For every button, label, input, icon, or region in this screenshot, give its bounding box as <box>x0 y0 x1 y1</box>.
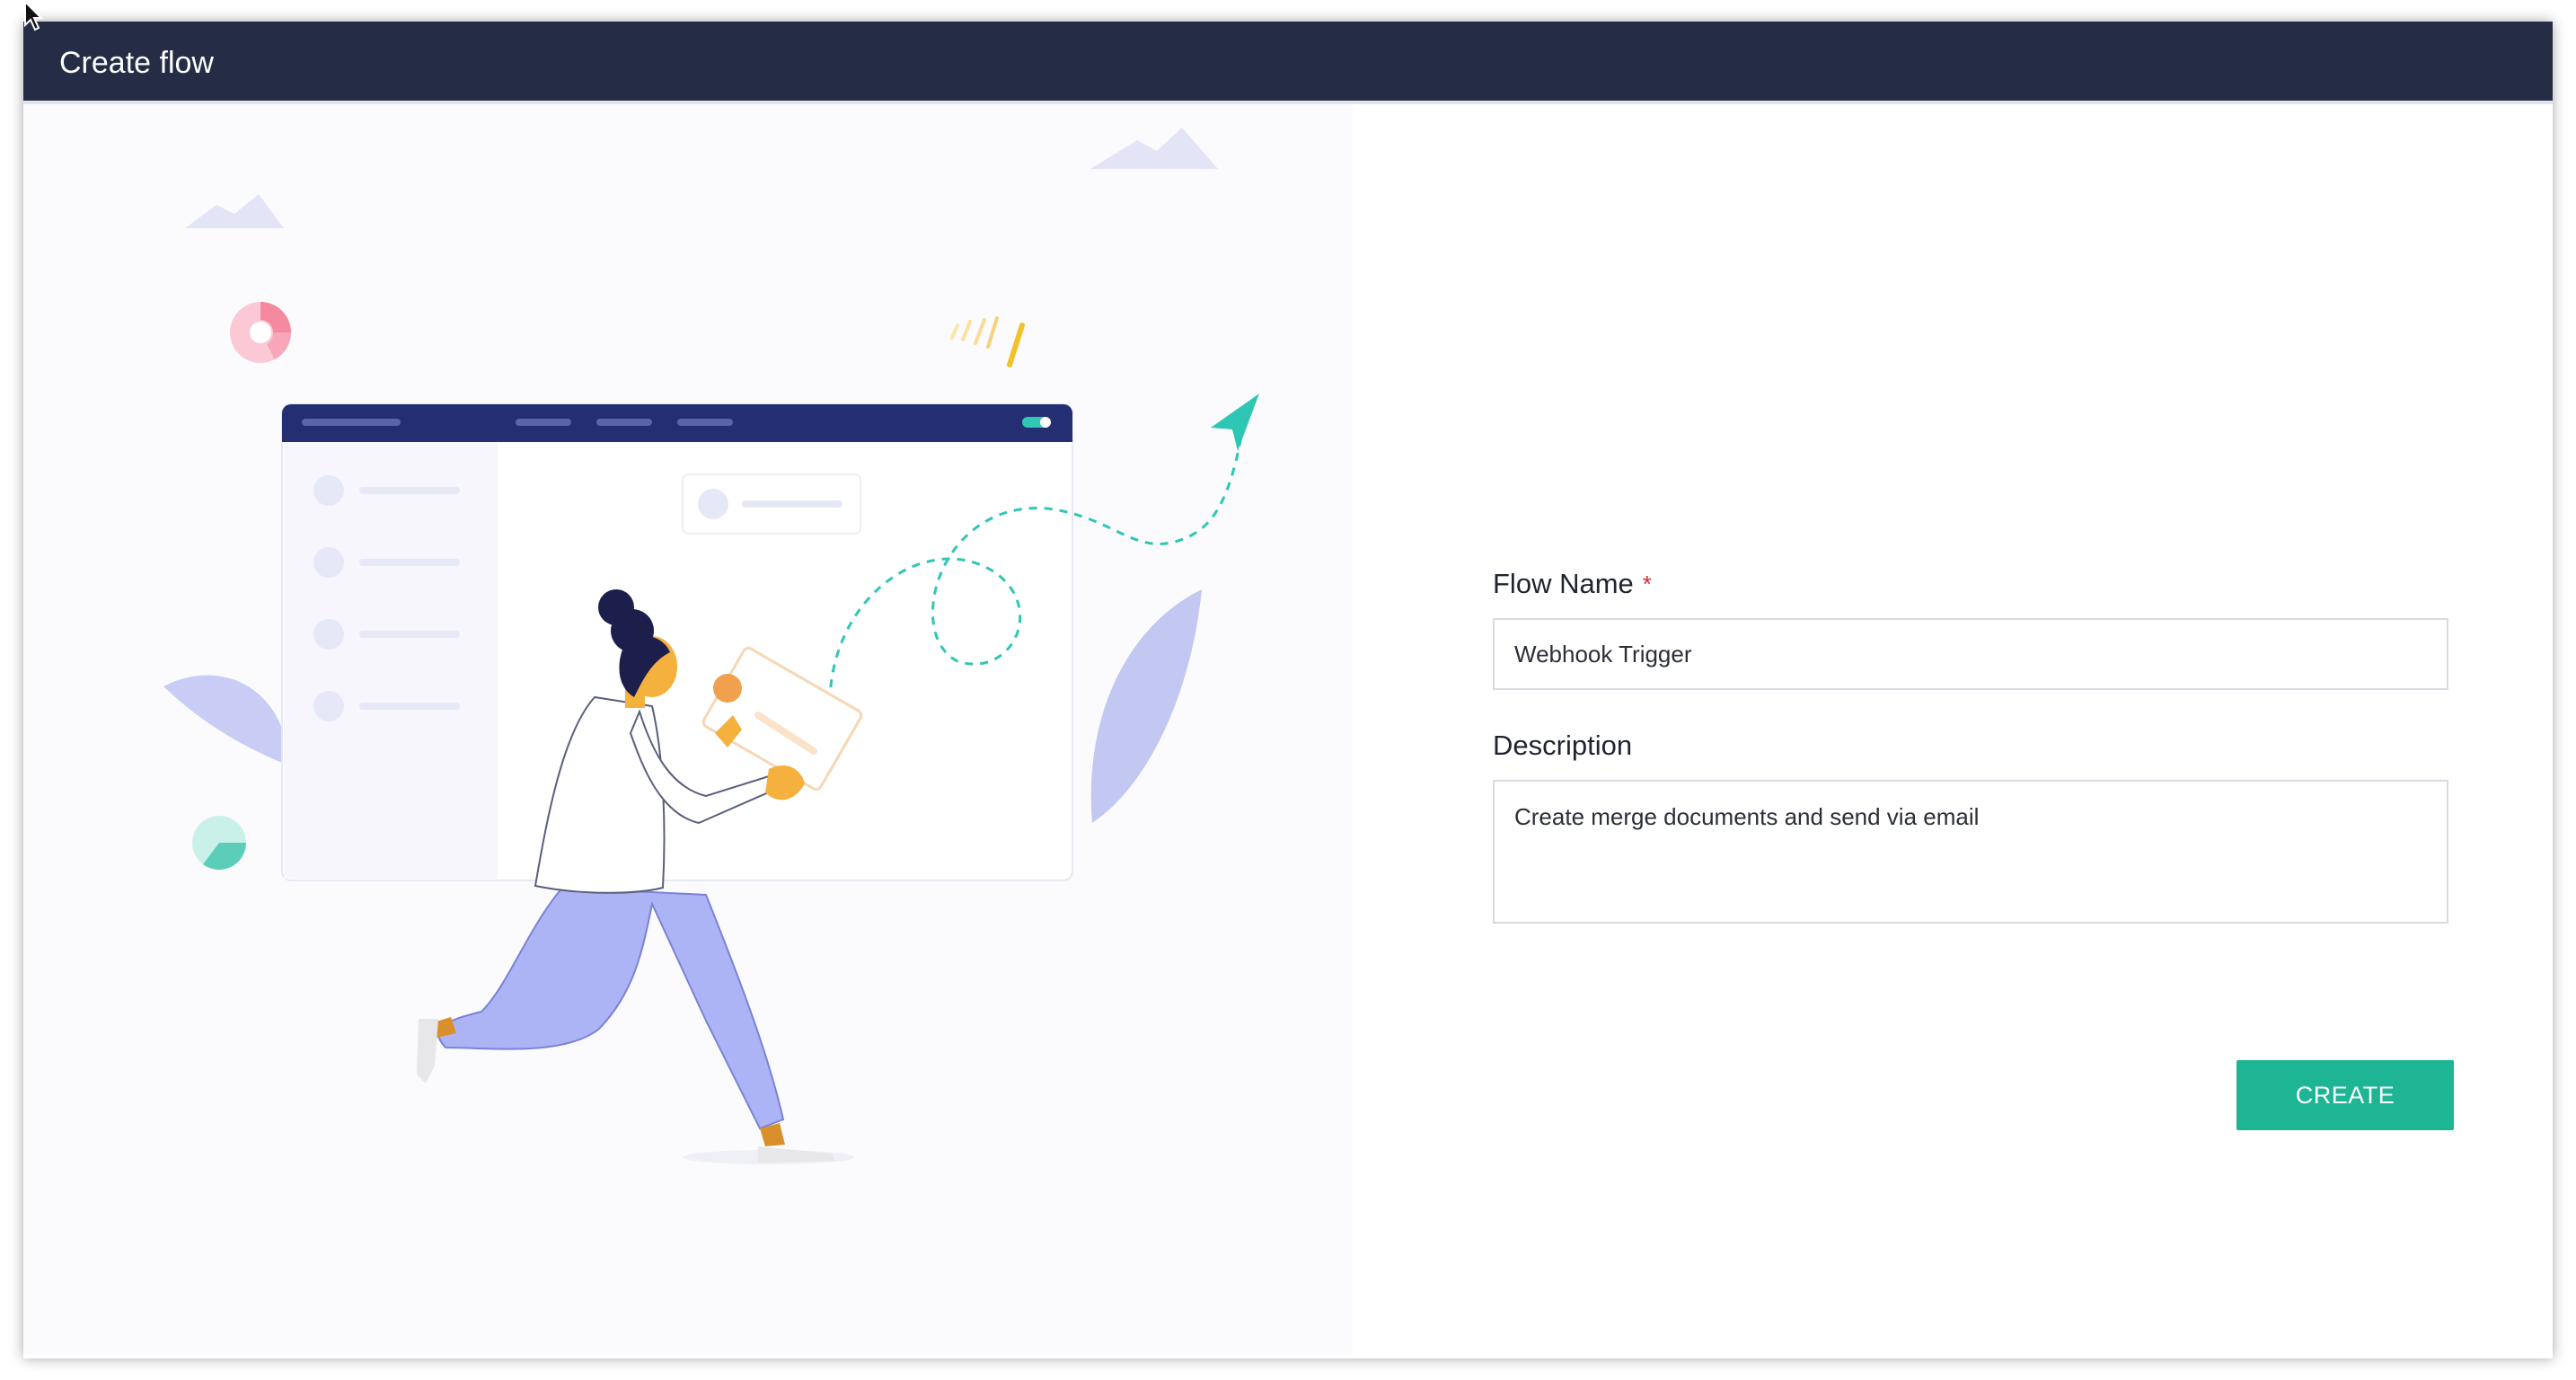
create-flow-dialog: Create flow Flow Name * Webhook Trigger … <box>23 22 2553 1358</box>
description-label: Description <box>1493 730 1633 761</box>
cloud-shape <box>185 194 284 228</box>
dialog-title: Create flow <box>59 46 214 80</box>
flow-name-label: Flow Name * <box>1493 568 2454 600</box>
flow-form: Flow Name * Webhook Trigger Description C… <box>1493 568 2454 1130</box>
mouse-cursor-icon <box>24 0 43 31</box>
description-textarea[interactable]: Create merge documents and send via emai… <box>1493 780 2448 924</box>
cloud-shape <box>1090 128 1218 169</box>
illustration-pane <box>23 104 1353 1355</box>
flow-name-label-text: Flow Name <box>1493 568 1634 599</box>
dialog-content: Flow Name * Webhook Trigger Description C… <box>23 104 2553 1355</box>
dialog-header: Create flow <box>23 22 2553 104</box>
paper-plane-icon <box>1211 394 1259 451</box>
create-flow-illustration <box>163 128 1259 1164</box>
donut-chart-icon <box>230 302 291 363</box>
required-marker: * <box>1642 571 1652 597</box>
create-button[interactable]: CREATE <box>2236 1060 2454 1130</box>
flow-name-input[interactable]: Webhook Trigger <box>1493 618 2448 690</box>
pie-chart-icon <box>192 816 246 871</box>
decorative-strokes <box>950 316 1025 367</box>
leaf-shape <box>1090 589 1202 823</box>
